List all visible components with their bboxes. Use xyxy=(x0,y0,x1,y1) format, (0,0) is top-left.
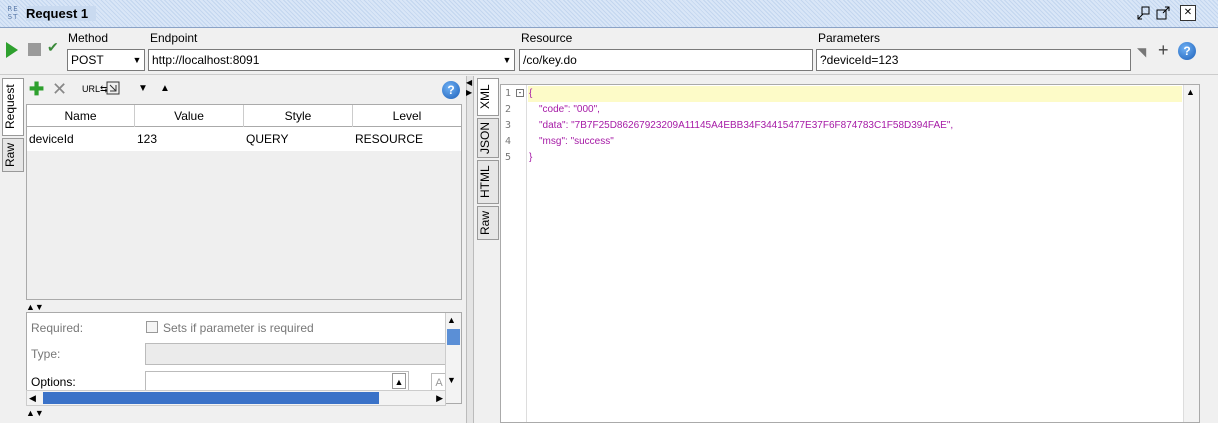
window-title: Request 1 xyxy=(26,6,97,21)
tab-request[interactable]: Request xyxy=(2,78,24,136)
request-toolbar: ✔ Method POST ▼ Endpoint http://localhos… xyxy=(0,29,1218,75)
fold-icon[interactable]: - xyxy=(516,89,524,97)
col-style[interactable]: Style xyxy=(244,105,353,127)
stop-icon[interactable] xyxy=(28,43,41,56)
endpoint-select[interactable]: http://localhost:8091 ▼ xyxy=(148,49,515,71)
type-label: Type: xyxy=(31,347,61,361)
json-line: "data": "7B7F25D86267923209A11145A4EBB34… xyxy=(539,120,954,131)
json-value: "success" xyxy=(570,136,614,147)
response-tabs: XML JSON HTML Raw xyxy=(477,78,499,423)
json-comma: , xyxy=(597,104,600,115)
panel-divider[interactable]: ◀ ▶ xyxy=(466,76,474,423)
json-line: "msg": "success" xyxy=(539,136,614,147)
request-tabs: Request Raw xyxy=(2,78,24,423)
json-key: "code" xyxy=(539,104,568,115)
line-gutter: 1 - 2 3 4 5 xyxy=(501,85,527,422)
method-value: POST xyxy=(71,53,104,67)
cell-style[interactable]: QUERY xyxy=(244,127,288,151)
bottom-splitter-icon[interactable]: ▲▼ xyxy=(26,408,44,418)
type-select[interactable] xyxy=(145,343,447,365)
restore-icon[interactable] xyxy=(1136,5,1152,21)
collapse-left-icon[interactable]: ◀ xyxy=(466,78,472,87)
collapse-right-icon[interactable]: ▶ xyxy=(466,88,472,97)
tab-raw-response[interactable]: Raw xyxy=(477,206,499,240)
method-select[interactable]: POST ▼ xyxy=(67,49,145,71)
response-editor[interactable]: 1 - 2 3 4 5 { "code": "000", "data": "7B… xyxy=(500,84,1200,423)
line-number: 1 xyxy=(505,88,512,99)
json-comma: , xyxy=(950,120,954,131)
line-number: 5 xyxy=(505,152,512,163)
cell-name[interactable]: deviceId xyxy=(27,127,74,151)
scroll-left-icon[interactable]: ◀ xyxy=(29,391,36,405)
scroll-down-icon[interactable]: ▼ xyxy=(447,375,456,385)
rest-icon: RE ST xyxy=(7,5,19,21)
title-bar: RE ST Request 1 ✕ xyxy=(0,0,1218,28)
parameters-label: Parameters xyxy=(818,31,881,45)
col-name[interactable]: Name xyxy=(27,105,135,127)
remove-param-icon[interactable]: ✕ xyxy=(52,80,67,98)
options-scroll-up-icon[interactable]: ▲ xyxy=(392,373,406,389)
line-number: 2 xyxy=(505,104,512,115)
play-icon[interactable] xyxy=(6,42,18,58)
params-help-icon[interactable]: ? xyxy=(442,81,460,99)
table-header: Name Value Style Level xyxy=(27,105,461,127)
details-hscrollbar[interactable]: ◀ ▶ xyxy=(26,390,446,406)
chevron-down-icon[interactable]: ▼ xyxy=(500,50,514,70)
revert-icon[interactable] xyxy=(106,81,120,99)
method-label: Method xyxy=(68,31,109,45)
table-row[interactable]: deviceId 123 QUERY RESOURCE xyxy=(27,127,461,151)
move-up-icon[interactable]: ▲ xyxy=(160,81,170,97)
line-number: 3 xyxy=(505,120,512,131)
endpoint-label: Endpoint xyxy=(150,31,198,45)
scroll-up-icon[interactable]: ▲ xyxy=(1186,87,1195,97)
json-open-brace: { xyxy=(529,88,533,99)
required-checkbox[interactable] xyxy=(146,321,158,333)
help-icon[interactable]: ? xyxy=(1178,42,1196,60)
popout-icon[interactable] xyxy=(1155,5,1171,21)
tab-html[interactable]: HTML xyxy=(477,160,499,204)
col-value[interactable]: Value xyxy=(135,105,244,127)
resource-label: Resource xyxy=(521,31,573,45)
required-checkbox-label: Sets if parameter is required xyxy=(163,321,314,335)
json-value: "7B7F25D86267923209A11145A4EBB34F3441547… xyxy=(571,120,951,131)
clear-icon[interactable]: ◥ xyxy=(1137,45,1146,59)
response-scrollbar[interactable]: ▲ xyxy=(1183,85,1199,422)
parameters-input[interactable]: ?deviceId=123 xyxy=(816,49,1131,71)
cell-value[interactable]: 123 xyxy=(135,127,157,151)
resource-input[interactable]: /co/key.do xyxy=(519,49,813,71)
params-toolbar: ✚ ✕ URL⇆ ▼ ▲ ? xyxy=(26,78,462,102)
json-close-brace: } xyxy=(529,152,533,163)
close-icon[interactable]: ✕ xyxy=(1180,5,1196,21)
scroll-right-icon[interactable]: ▶ xyxy=(436,391,443,405)
add-icon[interactable]: + xyxy=(1158,40,1169,61)
current-line-highlight xyxy=(528,86,1182,102)
request-panel: Request Raw ✚ ✕ URL⇆ ▼ ▲ ? Name Value St… xyxy=(0,76,466,423)
params-table: Name Value Style Level deviceId 123 QUER… xyxy=(26,104,462,300)
tab-json[interactable]: JSON xyxy=(477,118,499,158)
col-level[interactable]: Level xyxy=(353,105,461,127)
json-key: "data" xyxy=(539,120,566,131)
json-line: "code": "000", xyxy=(539,104,600,115)
hscroll-thumb[interactable] xyxy=(43,392,379,404)
cell-level[interactable]: RESOURCE xyxy=(353,127,423,151)
chevron-down-icon[interactable]: ▼ xyxy=(130,50,144,70)
json-value: "000" xyxy=(573,104,598,115)
options-label: Options: xyxy=(31,375,76,389)
scroll-up-icon[interactable]: ▲ xyxy=(447,315,456,325)
scroll-thumb[interactable] xyxy=(447,329,460,345)
splitter-arrows-icon[interactable]: ▲▼ xyxy=(26,302,44,312)
parameters-value: ?deviceId=123 xyxy=(820,53,899,67)
add-param-icon[interactable]: ✚ xyxy=(29,80,44,98)
move-down-icon[interactable]: ▼ xyxy=(138,81,148,97)
tab-raw[interactable]: Raw xyxy=(2,138,24,172)
endpoint-value: http://localhost:8091 xyxy=(152,53,260,67)
details-scrollbar[interactable]: ▲ ▼ xyxy=(445,313,461,403)
validate-icon[interactable]: ✔ xyxy=(47,39,59,56)
tab-xml[interactable]: XML xyxy=(477,78,499,116)
json-key: "msg" xyxy=(539,136,565,147)
resource-value: /co/key.do xyxy=(523,53,577,67)
required-label: Required: xyxy=(31,321,84,335)
line-number: 4 xyxy=(505,136,512,147)
move-param-icon[interactable]: URL⇆ xyxy=(82,81,108,97)
